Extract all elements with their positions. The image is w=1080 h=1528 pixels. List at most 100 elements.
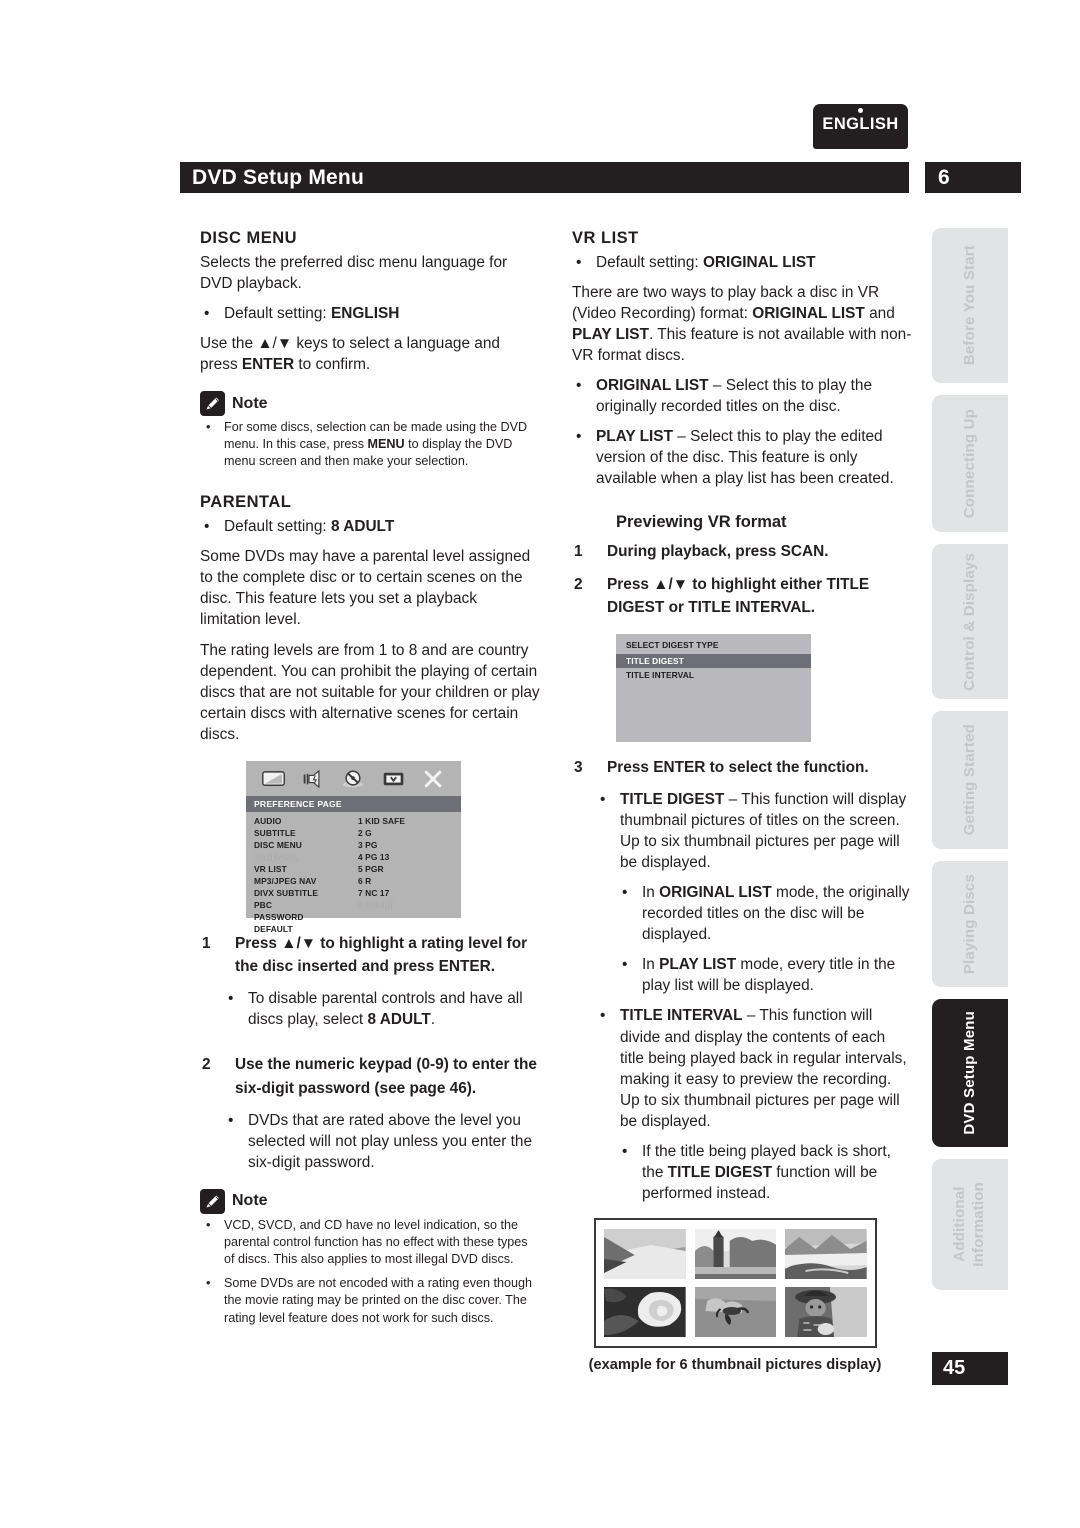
title-interval-sub-bullets: If the title being played back is short,… — [618, 1141, 912, 1204]
vr-list-default-setting: Default setting: ORIGINAL LIST — [572, 252, 912, 273]
sidebar-tab-before-you-start[interactable]: Before You Start — [932, 228, 1008, 383]
osd-preference-body: AUDIO SUBTITLE DISC MENU PARENTAL VR LIST MP3… — [246, 812, 461, 936]
thumbnail-example-figure: (example for 6 thumbnail pictures displa… — [589, 1218, 881, 1373]
title-interval-sub-bullet: If the title being played back is short,… — [618, 1141, 912, 1204]
step-text: Press ▲/▼ to highlight a rating level fo… — [235, 935, 528, 976]
vr-list-heading: VR LIST — [572, 229, 639, 247]
default-setting-value: ENGLISH — [330, 304, 400, 322]
step-number: 2 — [574, 576, 583, 594]
title-digest-sub-bullets: In ORIGINAL LIST mode, the originally re… — [618, 882, 912, 996]
right-column: VR LIST Default setting: ORIGINAL LIST T… — [572, 228, 912, 1379]
title-digest-bullet: TITLE DIGEST – This function will displa… — [596, 789, 912, 873]
osd-rating-value: 2 G — [358, 828, 372, 839]
osd-rating-value: 8 ADULT — [358, 900, 394, 911]
thumbnail-figure-caption: (example for 6 thumbnail pictures displa… — [588, 1357, 882, 1374]
sidebar-tab-dvd-setup-menu[interactable]: DVD Setup Menu — [932, 999, 1008, 1147]
osd-menu-item: PASSWORD — [254, 912, 304, 923]
note-label: Note — [232, 1192, 268, 1210]
disc-off-icon — [340, 768, 366, 790]
usage-enter-key: ENTER — [241, 356, 295, 373]
parental-paragraph-2: The rating levels are from 1 to 8 and ar… — [200, 641, 540, 743]
disc-menu-intro: Selects the preferred disc menu language… — [200, 253, 508, 292]
osd-menu-item: DISC MENU — [254, 840, 302, 851]
pencil-note-icon — [200, 1188, 225, 1214]
step-text: During playback, press SCAN. — [607, 543, 829, 561]
vr-default-value: ORIGINAL LIST — [702, 253, 816, 271]
thumbnail-rose-flower-closeup — [604, 1287, 686, 1338]
thumbnail-grid — [594, 1218, 877, 1349]
sidebar-tab-label: Playing Discs — [960, 873, 978, 975]
sidebar-tab-label: Before You Start — [960, 245, 978, 366]
vr-list-bullet: ORIGINAL LIST – Select this to play the … — [572, 375, 912, 417]
osd-rating-value: 4 PG 13 — [358, 852, 390, 863]
osd-digest-option-title-digest[interactable]: TITLE DIGEST — [616, 653, 811, 668]
note-item: VCD, SVCD, and CD have no level indicati… — [200, 1217, 540, 1268]
osd-rating-value: 6 R — [358, 876, 372, 887]
page-title: DVD Setup Menu — [192, 165, 364, 189]
thumbnail-person-swimming-in-water — [694, 1287, 777, 1338]
sidebar-tab-label: Control & Displays — [960, 552, 978, 691]
note-item: For some discs, selection can be made us… — [200, 419, 540, 470]
vr-list-bullets: ORIGINAL LIST – Select this to play the … — [572, 375, 912, 489]
note-items: VCD, SVCD, and CD have no level indicati… — [200, 1217, 540, 1327]
osd-preference-page-image: PREFERENCE PAGE AUDIO SUBTITLE DISC MENU PA… — [246, 761, 461, 934]
vr-list-bullet: PLAY LIST – Select this to play the edit… — [572, 426, 912, 489]
osd-menu-item: DIVX SUBTITLE — [254, 888, 319, 899]
sidebar-tab-label: DVD Setup Menu — [960, 1011, 978, 1135]
thumbnail-airplane-wing-over-clouds — [604, 1229, 686, 1280]
sidebar-tab-additional-information[interactable]: Additional Information — [932, 1159, 1008, 1290]
parental-paragraph-1: Some DVDs may have a parental level assi… — [200, 548, 531, 629]
step-number: 2 — [202, 1056, 211, 1074]
thumbnail-church-spire-with-trees — [694, 1229, 777, 1280]
parental-step-2: 2 Use the numeric keypad (0-9) to enter t… — [200, 1053, 540, 1099]
preview-step-1: 1 During playback, press SCAN. — [572, 540, 912, 563]
osd-rating-value-list: 1 KID SAFE 2 G3 PG 4 PG 13 5 PGR 6 R7 NC 17 8… — [358, 816, 405, 936]
usage-text-2: to confirm. — [294, 356, 371, 373]
thumbnail-mountain-valley-with-river — [785, 1229, 867, 1280]
parental-step-bullet: To disable parental controls and have al… — [224, 988, 540, 1030]
osd-digest-option-title-interval[interactable]: TITLE INTERVAL — [616, 668, 811, 682]
vr-default-prefix: Default setting: — [596, 253, 703, 271]
step-number: 1 — [202, 935, 211, 953]
step-number: 1 — [574, 543, 583, 561]
note-items: For some discs, selection can be made us… — [200, 419, 540, 470]
osd-preference-title: PREFERENCE PAGE — [246, 796, 461, 813]
parental-default-setting: Default setting: 8 ADULT — [200, 516, 540, 537]
disc-menu-usage: Use the ▲/▼ keys to select a language an… — [200, 333, 540, 375]
osd-menu-item: SUBTITLE — [254, 828, 296, 839]
osd-icon-row — [246, 761, 461, 797]
close-x-icon — [420, 768, 446, 790]
note-label: Note — [232, 394, 268, 412]
sidebar-tab-label: Additional Information — [951, 1182, 987, 1267]
note-header: Note — [200, 391, 540, 417]
sidebar-tab-connecting-up[interactable]: Connecting Up — [932, 395, 1008, 532]
osd-rating-value: 3 PG — [358, 840, 378, 851]
previewing-vr-heading: Previewing VR format — [616, 512, 787, 531]
parental-heading: PARENTAL — [200, 493, 292, 512]
preview-step-2: 2 Press ▲/▼ to highlight either TITLE DI… — [572, 573, 912, 619]
note-item: Some DVDs are not encoded with a rating … — [200, 1275, 540, 1326]
vr-list-paragraph: There are two ways to play back a disc i… — [572, 283, 912, 364]
title-interval-bullet: TITLE INTERVAL – This function will divi… — [596, 1005, 912, 1132]
title-digest-sub-bullet: In ORIGINAL LIST mode, the originally re… — [618, 882, 912, 945]
sidebar-tab-playing-discs[interactable]: Playing Discs — [932, 861, 1008, 987]
osd-rating-value: 1 KID SAFE — [358, 816, 406, 827]
chapter-number: 6 — [925, 162, 1021, 193]
sidebar-tab-control-displays[interactable]: Control & Displays — [932, 544, 1008, 699]
step-text: Press ▲/▼ to highlight either TITLE DIGE… — [607, 576, 870, 617]
disc-menu-note-block: Note For some discs, selection can be ma… — [200, 391, 540, 470]
sidebar-tab-label: Getting Started — [960, 724, 978, 836]
page-number: 45 — [932, 1352, 1008, 1385]
tv-screen-icon — [261, 768, 287, 790]
left-column: DISC MENU Selects the preferred disc men… — [200, 228, 540, 1334]
osd-digest-title: SELECT DIGEST TYPE — [626, 639, 719, 650]
parental-note-block: Note VCD, SVCD, and CD have no level ind… — [200, 1188, 540, 1327]
preview-step-3: 3 Press ENTER to select the function. — [572, 756, 912, 779]
parental-steps: 1 Press ▲/▼ to highlight a rating level f… — [200, 932, 540, 1173]
pencil-note-icon — [200, 391, 225, 417]
step-text: Use the numeric keypad (0-9) to enter th… — [235, 1056, 537, 1097]
step-text: Press ENTER to select the function. — [607, 758, 869, 776]
sidebar-tab-getting-started[interactable]: Getting Started — [932, 711, 1008, 849]
osd-select-digest-type-image: SELECT DIGEST TYPE TITLE DIGEST TITLE IN… — [616, 633, 811, 742]
